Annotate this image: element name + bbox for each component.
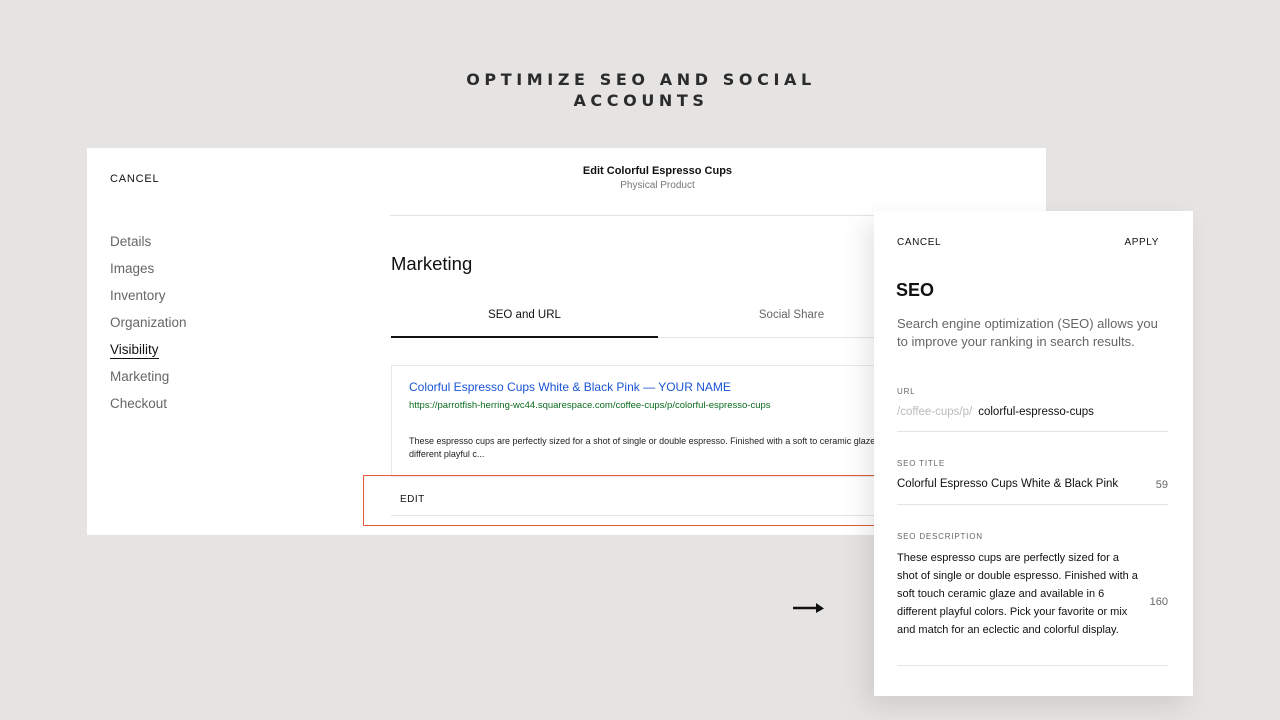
seo-title-value: Colorful Espresso Cups White & Black Pin… [897,478,1119,490]
sidebar-item-inventory[interactable]: Inventory [110,288,187,315]
slide-title-line-1: OPTIMIZE SEO AND SOCIAL [466,70,816,89]
url-label: URL [897,387,916,396]
seo-description-value: These espresso cups are perfectly sized … [897,552,1138,636]
sidebar-item-label: Details [110,234,152,249]
editor-title: Edit Colorful Espresso Cups [582,165,733,177]
sidebar-item-label: Inventory [110,288,166,303]
seo-description-char-count: 160 [1149,596,1168,608]
sidebar-item-label: Marketing [110,369,170,384]
url-prefix: /coffee-cups/p/ [897,406,973,418]
editor-header: Edit Colorful Espresso Cups Physical Pro… [390,165,925,191]
edit-button[interactable]: EDIT [400,494,425,505]
url-field[interactable]: /coffee-cups/p/colorful-espresso-cups [897,406,1168,432]
seo-cancel-button[interactable]: CANCEL [897,237,941,248]
sidebar-item-label: Visibility [110,342,159,359]
slide-title-line-2: ACCOUNTS [573,91,709,110]
edit-highlight-box: EDIT [363,475,961,526]
sidebar-item-organization[interactable]: Organization [110,315,187,342]
sidebar-item-label: Organization [110,315,187,330]
right-arrow-icon [793,603,824,613]
editor-cancel-button[interactable]: CANCEL [110,173,159,185]
sidebar-item-label: Images [110,261,155,276]
seo-title-char-count: 59 [1155,479,1168,491]
seo-apply-button[interactable]: APPLY [1125,237,1160,248]
sidebar-item-label: Checkout [110,396,168,411]
preview-link-title[interactable]: Colorful Espresso Cups White & Black Pin… [409,380,731,394]
seo-heading: SEO [896,280,935,300]
seo-description-field[interactable]: These espresso cups are perfectly sized … [897,549,1168,666]
sidebar-item-details[interactable]: Details [110,234,187,261]
seo-description-label: SEO DESCRIPTION [897,532,983,541]
active-tab-indicator [391,336,658,338]
seo-intro-text: Search engine optimization (SEO) allows … [897,316,1158,349]
sidebar-item-images[interactable]: Images [110,261,187,288]
seo-title-field[interactable]: Colorful Espresso Cups White & Black Pin… [897,478,1168,505]
slide-title: OPTIMIZE SEO AND SOCIAL ACCOUNTS [0,69,1280,111]
editor-sidebar: Details Images Inventory Organization Visibi… [110,234,187,423]
seo-panel: CANCEL APPLY SEO Search engine optimizat… [874,211,1193,696]
sidebar-item-marketing[interactable]: Marketing [110,369,187,396]
tab-seo-and-url[interactable]: SEO and URL [391,309,658,321]
sidebar-item-checkout[interactable]: Checkout [110,396,187,423]
url-slug-value: colorful-espresso-cups [978,406,1094,418]
seo-title-label: SEO TITLE [897,459,945,468]
preview-url: https://parrotfish-herring-wc44.squaresp… [409,400,771,411]
sidebar-item-visibility[interactable]: Visibility [110,342,187,369]
editor-subtitle: Physical Product [620,180,695,191]
section-title: Marketing [391,253,473,274]
